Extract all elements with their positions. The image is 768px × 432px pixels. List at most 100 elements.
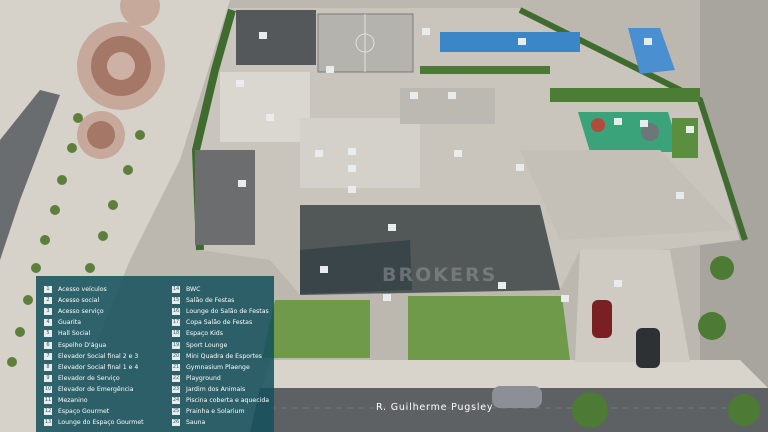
map-marker-label: 6 (390, 226, 393, 232)
legend-item: 16 Lounge do Salão de Festas (172, 306, 288, 317)
legend-number: 24 (172, 396, 180, 404)
legend-item: 13 Lounge do Espaço Gourmet (44, 417, 160, 428)
legend-item: 14 BWC (172, 284, 288, 295)
map-marker-label: 3 (616, 282, 619, 288)
legend-label: Piscina coberta e aquecida (186, 396, 270, 404)
legend-number: 9 (44, 374, 52, 382)
legend-label: Elevador Social final 1 e 4 (58, 363, 139, 371)
legend-number: 2 (44, 297, 52, 305)
legend-label: Jardim dos Animais (186, 385, 246, 393)
legend-item: 12 Espaço Gourmet (44, 406, 160, 417)
legend-label: Prainha e Solarium (186, 408, 245, 416)
legend-number: 8 (44, 363, 52, 371)
legend-label: Copa Salão de Festas (186, 319, 253, 327)
map-marker-label: 16 (449, 94, 455, 100)
legend-number: 21 (172, 363, 180, 371)
legend-label: Elevador Social final 2 e 3 (58, 352, 139, 360)
legend-item: 7 Elevador Social final 2 e 3 (44, 351, 160, 362)
legend-item: 21 Gymnasium Plaenge (172, 362, 288, 373)
legend-item: 24 Piscina coberta e aquecida (172, 395, 288, 406)
street-name-label: R. Guilherme Pugsley (376, 402, 494, 413)
legend-label: Acesso social (58, 297, 100, 305)
legend-item: 26 Sauna (172, 417, 288, 428)
legend-item: 6 Espelho D'água (44, 339, 160, 350)
legend-item: 25 Prainha e Solarium (172, 406, 288, 417)
legend-number: 20 (172, 352, 180, 360)
map-marker-label: 23 (687, 128, 693, 134)
legend-item: 20 Mini Quadra de Esportes (172, 351, 288, 362)
playground (578, 112, 680, 152)
legend-item: 17 Copa Salão de Festas (172, 317, 288, 328)
map-marker-label: 18 (615, 120, 621, 126)
legend-label: Lounge do Salão de Festas (186, 308, 269, 316)
map-marker-label: 11 (239, 182, 245, 188)
gymnasium (236, 10, 316, 65)
legend-item: 11 Mezanino (44, 395, 160, 406)
legend-number: 14 (172, 286, 180, 294)
map-marker-label: 13 (237, 82, 243, 88)
legend-item: 10 Elevador de Emergência (44, 384, 160, 395)
legend-label: Sauna (186, 419, 206, 427)
legend-label: Elevador de Emergência (58, 385, 134, 393)
legend-label: Salão de Festas (186, 297, 235, 305)
legend-item: 18 Espaço Kids (172, 328, 288, 339)
legend-number: 15 (172, 297, 180, 305)
legend-item: 15 Salão de Festas (172, 295, 288, 306)
legend-label: Mini Quadra de Esportes (186, 352, 263, 360)
map-marker-label: 10 (316, 152, 322, 158)
legend-number: 16 (172, 308, 180, 316)
map-marker-label: 24 (519, 40, 525, 46)
map-marker-label: 12 (267, 116, 273, 122)
legend-number: 1 (44, 286, 52, 294)
car-dark (636, 328, 660, 368)
legend-number: 11 (44, 396, 52, 404)
legend-item: 19 Sport Lounge (172, 339, 288, 350)
car-street (492, 386, 542, 408)
pet-garden (672, 118, 698, 158)
watermark-brand: BROKERS (382, 264, 498, 286)
map-marker-label: 5 (322, 268, 325, 274)
legend-number: 6 (44, 341, 52, 349)
legend-label: Espelho D'água (58, 341, 107, 349)
map-marker-label: 21 (260, 34, 266, 40)
legend-item: 5 Hall Social (44, 328, 160, 339)
legend-item: 8 Elevador Social final 1 e 4 (44, 362, 160, 373)
legend-item: 23 Jardim dos Animais (172, 384, 288, 395)
map-marker-label: 7 (350, 188, 353, 194)
map-marker-label: 4 (500, 284, 503, 290)
map-marker-label: 1 (385, 296, 388, 302)
legend-number: 13 (44, 419, 52, 427)
map-marker-label: 9 (350, 150, 353, 156)
map-marker-label: 20 (327, 68, 333, 74)
map-marker-label: 15 (517, 166, 523, 172)
mezzanine (195, 150, 255, 245)
legend-number: 10 (44, 385, 52, 393)
legend-column-1: 1 Acesso veículos 2 Acesso social 3 Acesso … (44, 284, 160, 428)
heated-pool (440, 32, 580, 52)
legend-label: Acesso serviço (58, 308, 104, 316)
car-red (592, 300, 612, 338)
legend-item: 22 Playground (172, 373, 288, 384)
legend-label: Mezanino (58, 396, 88, 404)
legend-panel: 1 Acesso veículos 2 Acesso social 3 Acesso … (36, 276, 274, 432)
street-sidewalk (262, 360, 768, 388)
legend-label: BWC (186, 286, 201, 294)
legend-label: Lounge do Espaço Gourmet (58, 419, 144, 427)
legend-column-2: 14 BWC 15 Salão de Festas 16 Lounge do Salã… (172, 284, 288, 428)
legend-label: Playground (186, 374, 221, 382)
front-garden-right (408, 296, 570, 360)
legend-number: 18 (172, 330, 180, 338)
legend-label: Acesso veículos (58, 286, 107, 294)
legend-number: 22 (172, 374, 180, 382)
legend-label: Espaço Kids (186, 330, 223, 338)
map-marker-label: 25 (645, 40, 651, 46)
legend-number: 17 (172, 319, 180, 327)
legend-number: 25 (172, 408, 180, 416)
map-marker-label: 17 (411, 94, 417, 100)
map-marker-label: 8 (350, 167, 353, 173)
legend-number: 26 (172, 419, 180, 427)
legend-number: 19 (172, 341, 180, 349)
legend-label: Guarita (58, 319, 81, 327)
legend-item: 9 Elevador de Serviço (44, 373, 160, 384)
legend-number: 7 (44, 352, 52, 360)
